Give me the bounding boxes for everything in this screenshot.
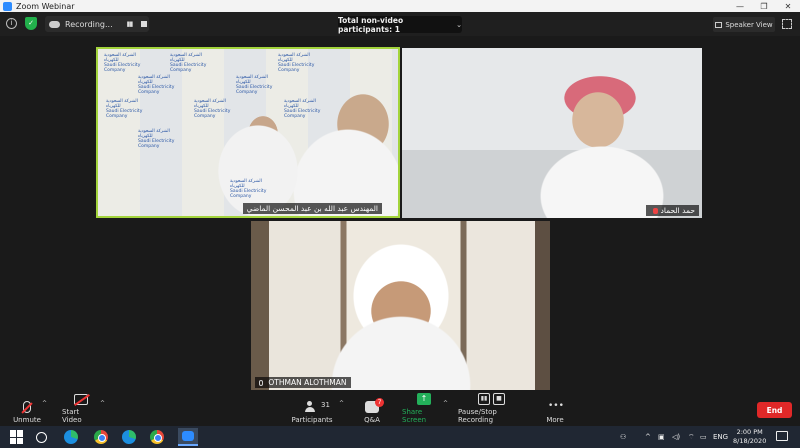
- video-camera-off-icon: [74, 394, 88, 405]
- participants-count: 31: [321, 401, 330, 409]
- participant-name-label: حمد الحماد: [646, 205, 699, 216]
- recording-label: Recording...: [65, 19, 113, 29]
- participant-name-label: المهندس عبد الله بن عبد المحسن الماضي: [242, 203, 382, 214]
- end-button[interactable]: End: [757, 402, 792, 418]
- share-options-caret-icon[interactable]: ^: [443, 400, 448, 407]
- stop-recording-icon[interactable]: [141, 21, 148, 27]
- volume-icon[interactable]: ◁): [672, 426, 680, 448]
- audio-options-caret-icon[interactable]: ^: [42, 400, 47, 407]
- recording-controls-icon: ▮▮ ■: [478, 393, 508, 405]
- more-dots-icon: •••: [548, 401, 564, 411]
- non-video-participants-label: Total non-video participants: 1: [338, 15, 404, 34]
- meeting-toolbar: Unmute ^ Start Video ^ 31 Participants ^…: [0, 393, 800, 424]
- mic-icon: [259, 380, 263, 386]
- video-tile-active-speaker[interactable]: الشركة السعودية للكهرباء Saudi Electricit…: [96, 47, 400, 218]
- pause-stop-recording-label: Pause/Stop Recording: [458, 408, 497, 424]
- sec-logo: الشركة السعودية للكهرباء Saudi Electricit…: [104, 53, 141, 73]
- search-icon[interactable]: [36, 432, 47, 443]
- sec-logo: الشركة السعودية للكهرباء Saudi Electricit…: [284, 99, 321, 119]
- start-video-button[interactable]: Start Video: [62, 394, 100, 424]
- more-label: More: [546, 416, 564, 424]
- chrome-icon[interactable]: [150, 430, 164, 444]
- input-language[interactable]: ENG: [713, 426, 728, 448]
- share-screen-label: Share Screen: [402, 408, 427, 424]
- participants-button[interactable]: 31 Participants: [291, 394, 333, 424]
- zoom-app-icon: [3, 1, 12, 11]
- share-screen-button[interactable]: ↑ Share Screen: [402, 393, 446, 424]
- video-options-caret-icon[interactable]: ^: [100, 400, 105, 407]
- sec-logo: الشركة السعودية للكهرباء Saudi Electricit…: [138, 75, 175, 95]
- video-tile[interactable]: حمد الحماد: [402, 48, 702, 218]
- windows-start-icon[interactable]: [10, 430, 24, 444]
- close-button[interactable]: ✕: [776, 2, 800, 11]
- pause-icon: ▮▮: [478, 393, 490, 405]
- qa-chat-icon: 7: [365, 398, 384, 413]
- more-button[interactable]: ••• More: [545, 394, 565, 424]
- windows-taskbar: ⚇ ^ ▣ ◁) ⌔ ▭ ENG 2:00 PM 8/18/2020: [0, 426, 800, 448]
- recording-indicator: Recording... ▮▮: [45, 16, 149, 32]
- qa-button[interactable]: 7 Q&A: [362, 394, 384, 424]
- speaker-view-button[interactable]: Speaker View: [713, 17, 775, 32]
- participant-name: OTHMAN ALOTHMAN: [268, 378, 347, 387]
- chrome-icon[interactable]: [94, 430, 108, 444]
- qa-badge: 7: [375, 398, 384, 407]
- window-titlebar: Zoom Webinar — ❐ ✕: [0, 0, 800, 12]
- sec-logo: الشركة السعودية للكهرباء Saudi Electricit…: [106, 99, 143, 119]
- tray-expand-icon[interactable]: ^: [645, 426, 651, 448]
- share-screen-icon: ↑: [417, 393, 431, 405]
- sec-logo: الشركة السعودية للكهرباء Saudi Electricit…: [236, 75, 273, 95]
- sec-logo: الشركة السعودية للكهرباء Saudi Electricit…: [278, 53, 315, 73]
- mic-muted-icon: [653, 208, 659, 214]
- edge-chromium-icon[interactable]: [122, 430, 136, 444]
- notification-center-icon[interactable]: [776, 431, 788, 441]
- sec-logo: الشركة السعودية للكهرباء Saudi Electricit…: [170, 53, 207, 73]
- meeting-topbar: i ✓ Recording... ▮▮ Total non-video part…: [0, 12, 800, 36]
- sec-logo: الشركة السعودية للكهرباء Saudi Electricit…: [230, 179, 267, 199]
- participant-name-label: OTHMAN ALOTHMAN: [255, 377, 351, 388]
- sec-logo: الشركة السعودية للكهرباء Saudi Electricit…: [194, 99, 231, 119]
- stop-icon: ■: [493, 393, 505, 405]
- pause-recording-icon[interactable]: ▮▮: [127, 20, 134, 28]
- wifi-icon[interactable]: ⌔: [688, 426, 695, 448]
- system-clock[interactable]: 2:00 PM 8/18/2020: [733, 428, 766, 446]
- people-icon[interactable]: ⚇: [620, 426, 626, 448]
- clock-time: 2:00 PM: [736, 428, 763, 436]
- info-icon[interactable]: i: [6, 18, 17, 29]
- sec-logo: الشركة السعودية للكهرباء Saudi Electricit…: [138, 129, 175, 149]
- window-title: Zoom Webinar: [16, 1, 75, 11]
- battery-icon[interactable]: ▭: [700, 426, 707, 448]
- security-shield-icon[interactable]: ✓: [25, 17, 37, 30]
- zoom-taskbar-icon[interactable]: [178, 428, 198, 446]
- network-icon[interactable]: ▣: [658, 426, 665, 448]
- window-controls: — ❐ ✕: [728, 2, 800, 11]
- speaker-view-label: Speaker View: [725, 20, 773, 29]
- participants-icon: 31: [305, 401, 330, 413]
- qa-label: Q&A: [364, 416, 380, 424]
- microphone-muted-icon: [23, 401, 31, 413]
- unmute-label: Unmute: [13, 416, 41, 424]
- maximize-button[interactable]: ❐: [752, 2, 776, 11]
- view-grid-icon: [715, 21, 723, 28]
- edge-browser-icon[interactable]: [64, 430, 78, 444]
- non-video-participants-dropdown[interactable]: Total non-video participants: 1 ⌄: [338, 15, 462, 34]
- clock-date: 8/18/2020: [733, 437, 767, 445]
- video-tile[interactable]: OTHMAN ALOTHMAN: [251, 221, 550, 390]
- pause-stop-recording-button[interactable]: ▮▮ ■ Pause/Stop Recording: [458, 393, 528, 424]
- chevron-down-icon: ⌄: [456, 20, 462, 29]
- fullscreen-icon[interactable]: [782, 19, 792, 29]
- start-video-label: Start Video: [62, 408, 82, 424]
- participants-caret-icon[interactable]: ^: [339, 400, 344, 407]
- participants-label: Participants: [291, 416, 333, 424]
- minimize-button[interactable]: —: [728, 2, 752, 11]
- participant-name: حمد الحماد: [660, 206, 695, 215]
- unmute-button[interactable]: Unmute: [12, 394, 42, 424]
- cloud-recording-icon: [49, 20, 60, 28]
